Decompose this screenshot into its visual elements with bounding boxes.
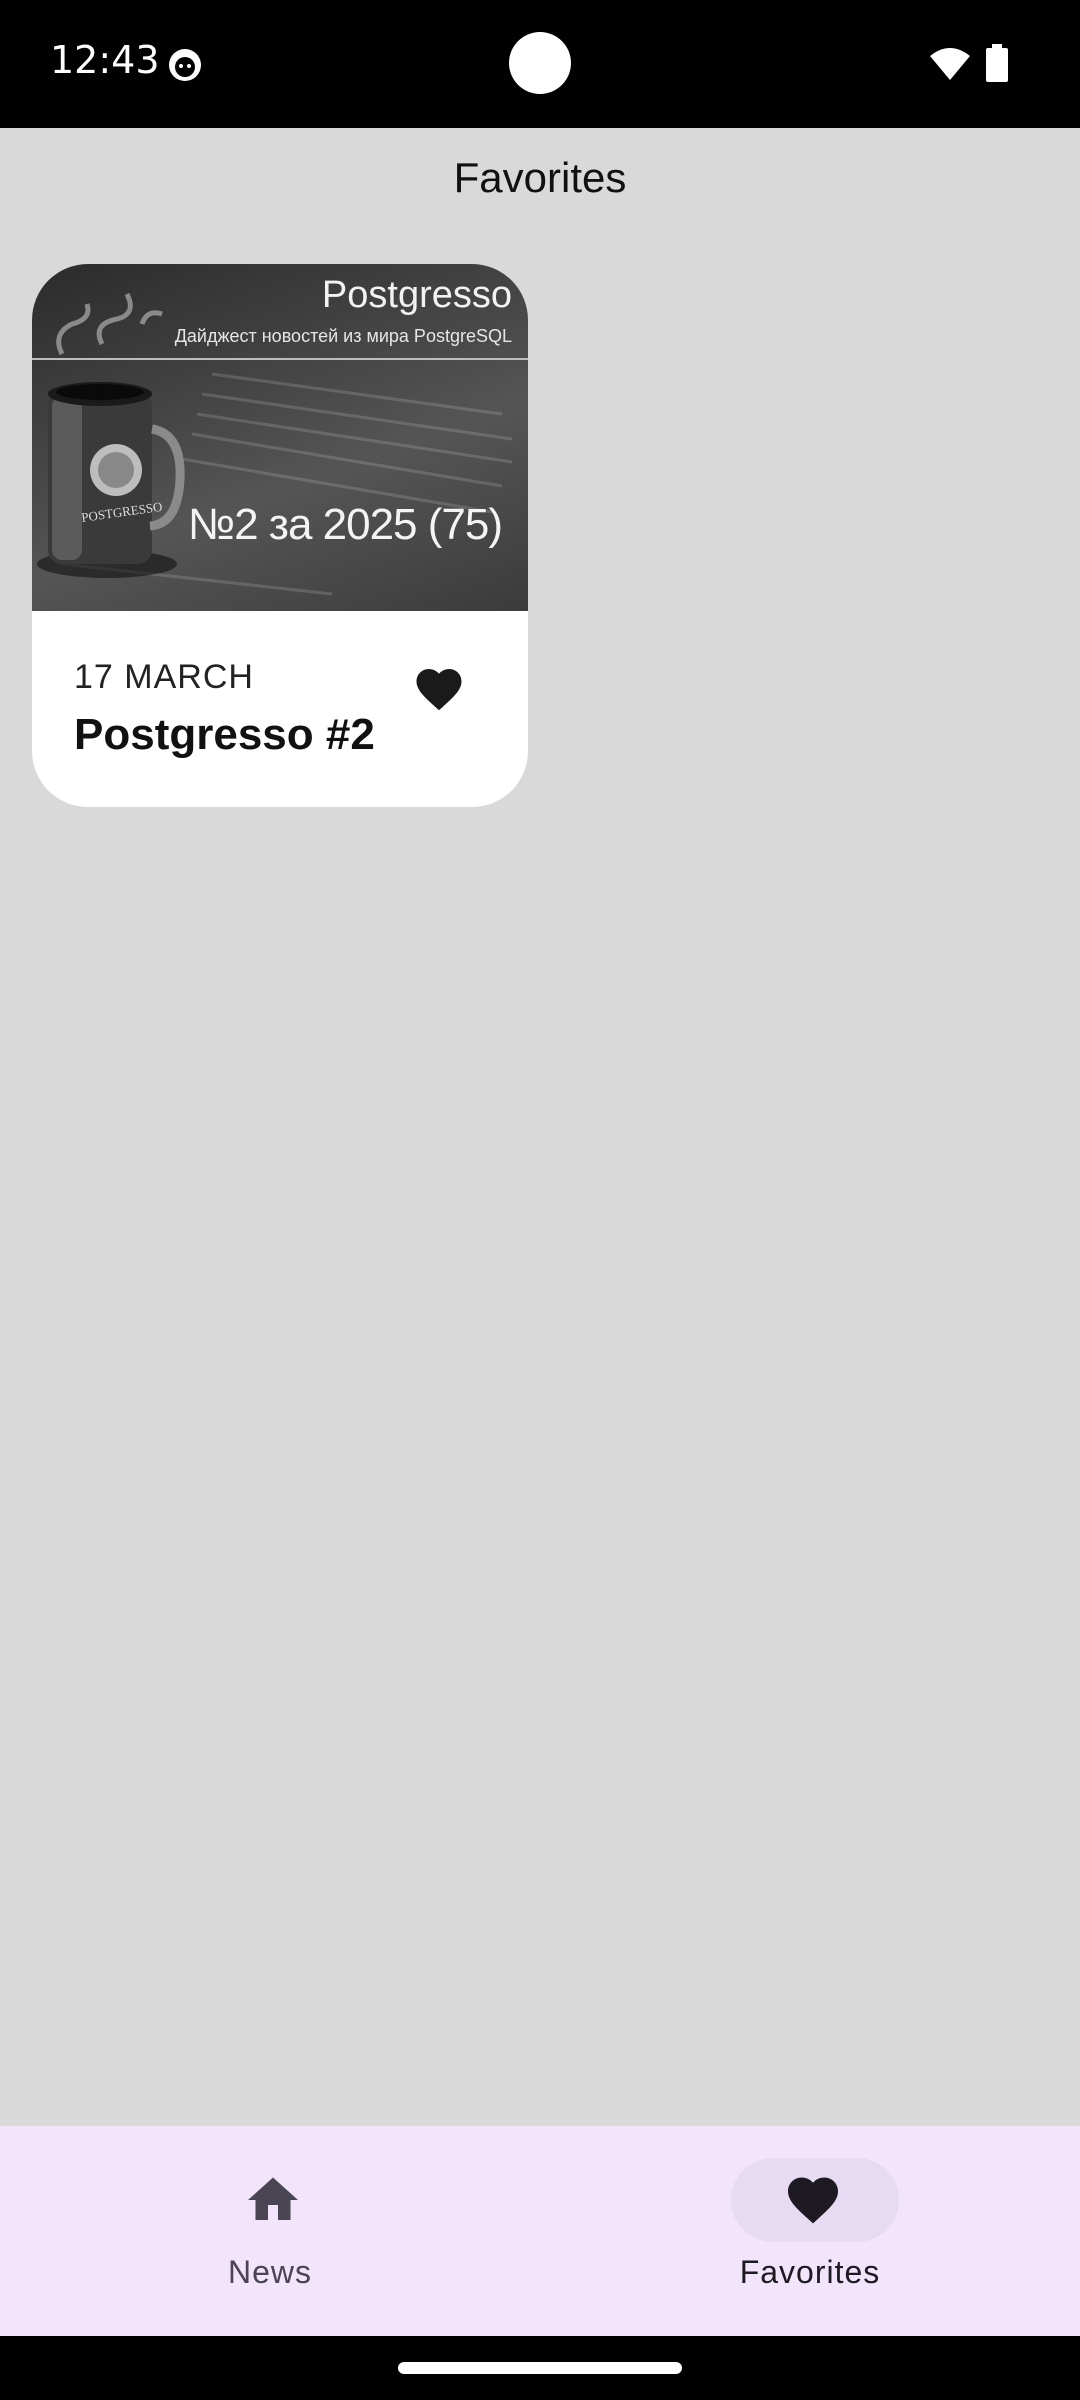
wifi-icon xyxy=(930,48,970,80)
android-notification-icon xyxy=(169,49,201,81)
nav-item-favorites[interactable]: Favorites xyxy=(540,2126,1080,2336)
article-title: Postgresso #2 xyxy=(74,710,375,759)
status-time: 12:43 xyxy=(50,38,160,82)
cover-title: Postgresso xyxy=(321,274,512,316)
cover-divider xyxy=(32,358,528,360)
nav-item-news[interactable]: News xyxy=(0,2126,540,2336)
cover-subtitle: Дайджест новостей из мира PostgreSQL xyxy=(174,326,512,346)
article-cover-image: POSTGRESSO Postgresso Дайджест новостей … xyxy=(32,264,528,611)
cover-issue-number: №2 за 2025 (75) xyxy=(187,500,503,549)
status-bar: 12:43 xyxy=(0,0,1080,128)
favorites-screen: Favorites POSTGRESSO Postgresso Дайджест… xyxy=(0,128,1080,2336)
heart-filled-icon xyxy=(416,669,462,711)
article-date: 17 MARCH xyxy=(74,658,254,696)
gesture-navigation-area xyxy=(0,2336,1080,2400)
battery-icon xyxy=(986,44,1008,82)
camera-cutout xyxy=(509,32,571,94)
favorite-toggle-button[interactable] xyxy=(406,654,472,720)
gesture-handle[interactable] xyxy=(398,2362,682,2374)
page-title: Favorites xyxy=(453,154,627,201)
heart-icon xyxy=(788,2177,838,2224)
bottom-navigation: News Favorites xyxy=(0,2126,1080,2336)
nav-label-favorites: Favorites xyxy=(739,2254,881,2290)
article-card[interactable]: POSTGRESSO Postgresso Дайджест новостей … xyxy=(32,264,528,807)
home-icon xyxy=(248,2177,298,2220)
nav-label-news: News xyxy=(227,2254,312,2290)
